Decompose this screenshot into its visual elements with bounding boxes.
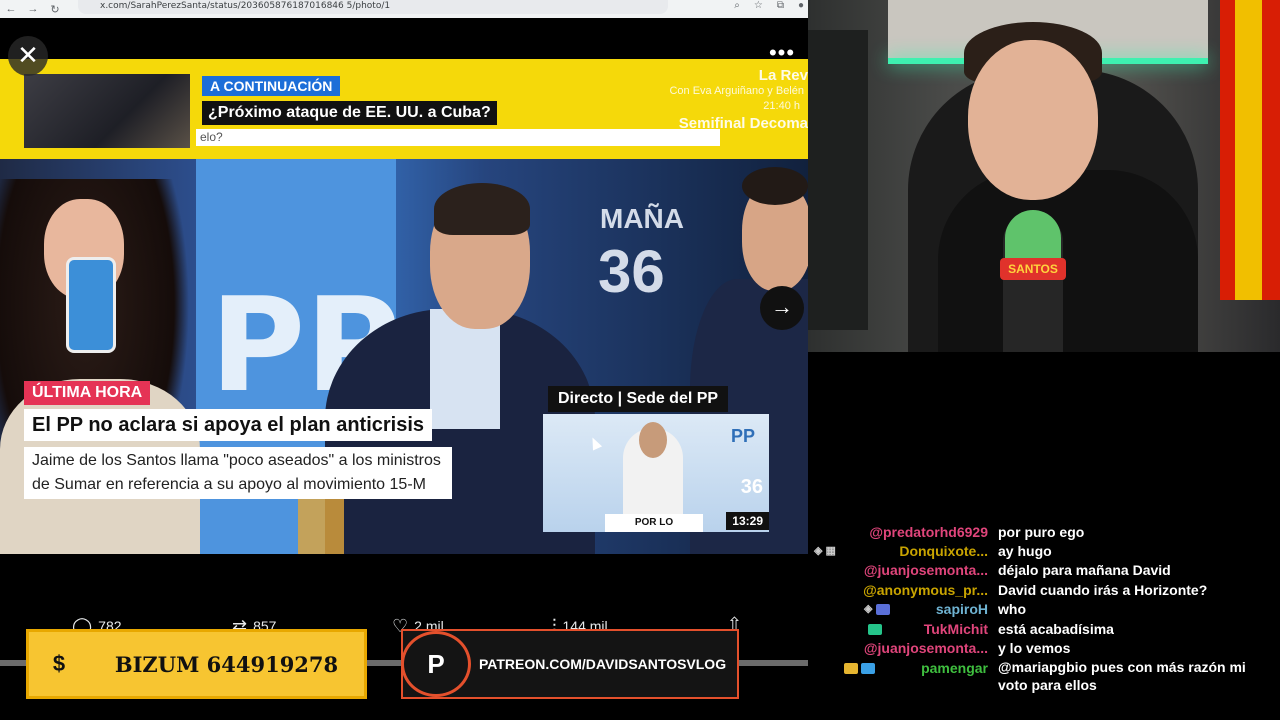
mod-badge-icon: ◈ <box>814 545 823 557</box>
chat-username: Donquixote... <box>899 543 988 559</box>
chat-message: TukMichit está acabadísima <box>808 619 1280 639</box>
chat-badges <box>868 619 882 639</box>
news-headline: El PP no aclara si apoya el plan anticri… <box>24 409 433 441</box>
ticker-bar: elo? <box>196 129 720 146</box>
chat-text: who <box>998 601 1026 617</box>
patreon-logo-icon: P <box>401 631 471 697</box>
news-subtext: Jaime de los Santos llama "poco aseados"… <box>24 447 452 499</box>
chat-message: @predatorhd6929 por puro ego <box>808 522 1280 542</box>
back-icon[interactable]: ← <box>0 3 22 15</box>
backdrop-36-text: 36 <box>598 238 665 305</box>
chat-text: déjalo para mañana David <box>998 562 1171 578</box>
inset-pp-logo: PP <box>730 426 755 446</box>
browser-bar: ← → ↻ x.com/SarahPerezSanta/status/20360… <box>0 0 808 18</box>
shelf <box>808 30 868 330</box>
chat-username: @juanjosemonta... <box>863 562 988 578</box>
reload-icon[interactable]: ↻ <box>44 3 66 16</box>
chat-username: sapiroH <box>935 601 988 617</box>
next-image-button[interactable]: → <box>760 286 804 330</box>
zoom-icon[interactable]: ⌕ <box>734 0 740 11</box>
chat-username: @predatorhd6929 <box>869 524 988 540</box>
streamer-face <box>968 40 1098 200</box>
chat-message: @juanjosemonta... y lo vemos <box>808 638 1280 658</box>
chat-username: @juanjosemonta... <box>863 640 988 656</box>
chat-badges: ◈ <box>864 599 890 619</box>
browser-toolbar-icons: ⌕ ☆ ⧉ ● <box>734 0 804 11</box>
backdrop-manana-text: MAÑA <box>600 203 684 234</box>
patreon-mark: P <box>427 648 445 679</box>
chat-text: ay hugo <box>998 543 1052 559</box>
next-topic-headline: ¿Próximo ataque de EE. UU. a Cuba? <box>202 101 497 125</box>
tv-screenshot: A CONTINUACIÓN ¿Próximo ataque de EE. UU… <box>0 59 808 554</box>
close-button[interactable]: ✕ <box>8 36 48 76</box>
a-continuacion-label: A CONTINUACIÓN <box>202 76 341 96</box>
chat-message: @juanjosemonta... déjalo para mañana Dav… <box>808 560 1280 580</box>
microphone-label: SANTOS <box>1000 258 1066 280</box>
webcam-feed: SANTOS <box>808 0 1280 352</box>
gift-badge-icon <box>844 662 858 674</box>
chat-text: @mariapgbio pues con más razón mi voto p… <box>998 659 1246 693</box>
sub-badge-icon <box>868 623 882 635</box>
image-viewer: ✕ ••• A CONTINUACIÓN ¿Próximo ataque de … <box>0 18 808 660</box>
chat-text: y lo vemos <box>998 640 1071 656</box>
patreon-banner: P PATREON.COM/DAVIDSANTOSVLOG <box>401 629 739 699</box>
chat-message: @anonymous_pr... David cuando irás a Hor… <box>808 580 1280 600</box>
clock-label: 13:29 <box>726 512 769 530</box>
streamer-hoodie <box>938 170 1198 352</box>
address-bar[interactable]: x.com/SarahPerezSanta/status/20360587618… <box>78 0 668 14</box>
stream-screen: ← → ↻ x.com/SarahPerezSanta/status/20360… <box>0 0 1280 720</box>
chat-text: David cuando irás a Horizonte? <box>998 582 1208 598</box>
drink-glass <box>298 499 344 554</box>
presenter-man-hair <box>434 183 530 235</box>
profile-icon[interactable]: ● <box>798 0 804 11</box>
chat-text: está acabadísima <box>998 621 1114 637</box>
spain-flag <box>1220 0 1280 300</box>
more-options-button[interactable]: ••• <box>762 40 802 70</box>
chat-badges <box>844 658 876 678</box>
live-label: Directo | Sede del PP <box>548 386 729 412</box>
sub-badge-icon <box>875 603 890 615</box>
semifinal-label: Semifinal Decoma <box>678 115 808 132</box>
chat-username: pamengar <box>921 660 988 676</box>
breaking-news-label: ÚLTIMA HORA <box>24 381 151 405</box>
held-phone <box>66 257 116 353</box>
bizum-banner: $ BIZUM 644919278 <box>26 629 367 699</box>
live-chat: @predatorhd6929 por puro ego ◈ ▦ Donquix… <box>808 520 1280 720</box>
bizum-text: BIZUM 644919278 <box>114 651 339 677</box>
chat-message: pamengar @mariapgbio pues con más razón … <box>808 658 1280 693</box>
chat-text: por puro ego <box>998 524 1085 540</box>
sub-badge-icon <box>861 662 876 674</box>
guest-man-hair <box>742 167 808 205</box>
inset-36-logo: 36 <box>740 476 763 498</box>
sub-badge-icon: ▦ <box>825 545 836 557</box>
show-time: 21:40 h <box>763 100 800 112</box>
chat-message: ◈ sapiroH who <box>808 599 1280 619</box>
patreon-text: PATREON.COM/DAVIDSANTOSVLOG <box>479 656 727 672</box>
podium-sign: POR LO IMPORTANTE <box>605 514 703 532</box>
speaker-head <box>639 422 667 458</box>
chat-badges: ◈ ▦ <box>814 541 836 561</box>
extensions-icon[interactable]: ⧉ <box>777 0 784 11</box>
forward-icon[interactable]: → <box>22 3 44 15</box>
chat-message: ◈ ▦ Donquixote... ay hugo <box>808 541 1280 561</box>
dollar-icon: $ <box>52 651 66 676</box>
live-inset-video: PP 36 POR LO IMPORTANTE 13:29 <box>543 414 769 532</box>
mod-badge-icon: ◈ <box>864 603 873 615</box>
next-show-thumbnail <box>24 74 190 148</box>
chat-username: TukMichit <box>923 621 988 637</box>
chat-username: @anonymous_pr... <box>863 582 988 598</box>
show-hosts: Con Eva Arguiñano y Belén <box>669 85 804 97</box>
top-band: A CONTINUACIÓN ¿Próximo ataque de EE. UU… <box>0 59 808 159</box>
bookmark-star-icon[interactable]: ☆ <box>754 0 763 11</box>
